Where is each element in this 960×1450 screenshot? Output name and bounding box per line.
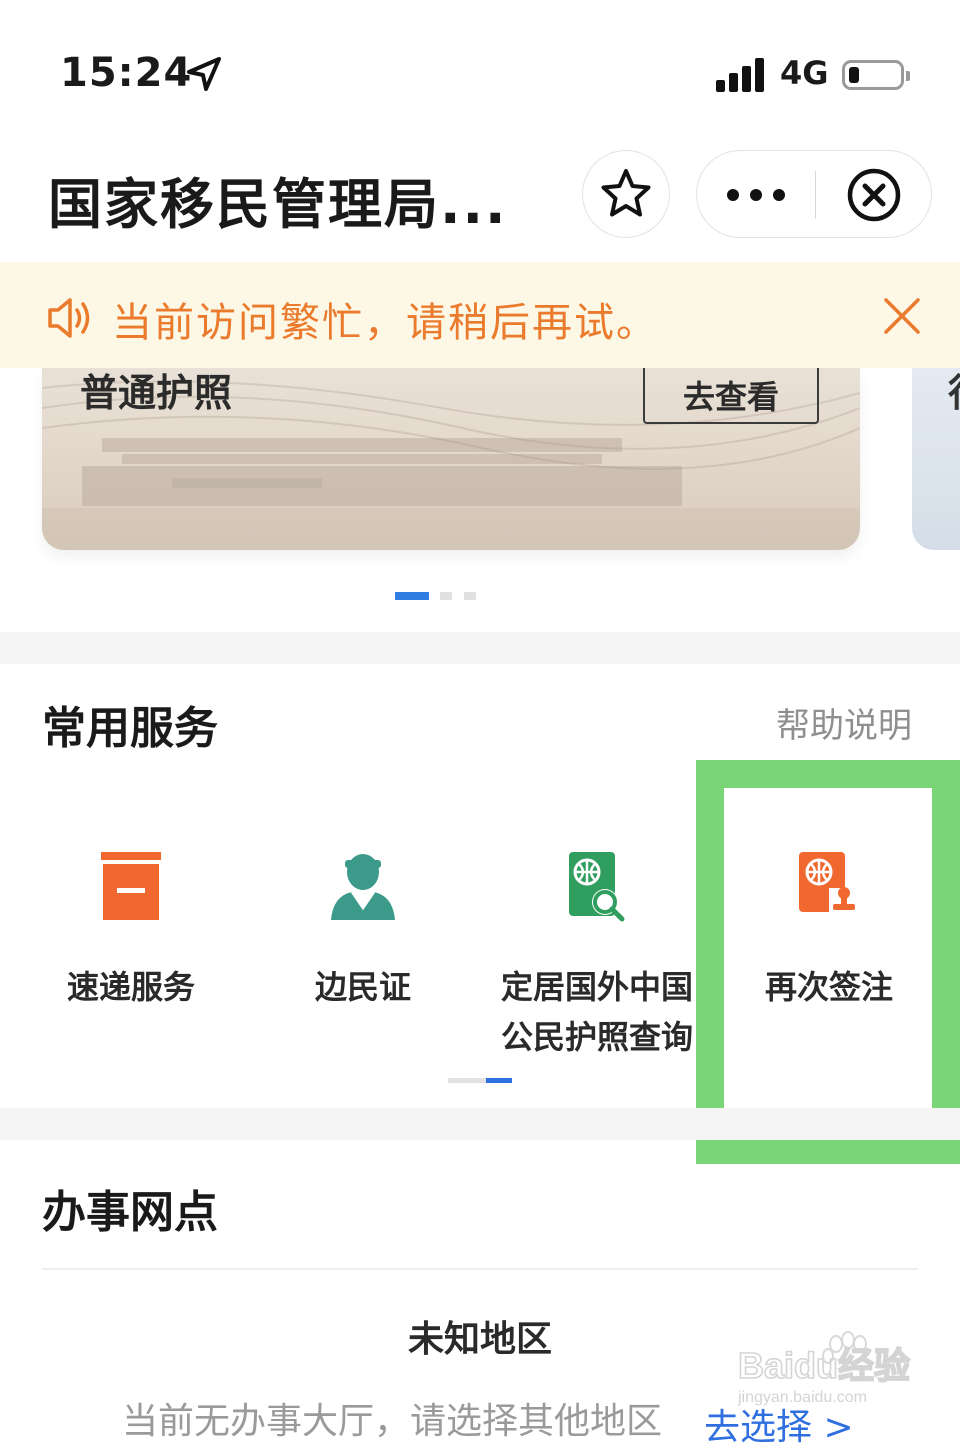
watermark-url: jingyan.baidu.com: [737, 1389, 867, 1406]
more-button[interactable]: [697, 151, 815, 239]
help-link[interactable]: 帮助说明: [776, 698, 912, 747]
service-label-line2: 公民护照查询: [500, 1018, 693, 1056]
carousel-dot-active[interactable]: [395, 592, 429, 600]
favorite-button[interactable]: [582, 150, 670, 238]
services-title: 常用服务: [42, 703, 218, 754]
speaker-icon: [48, 298, 90, 338]
battery-icon: [842, 60, 910, 90]
mini-program-capsule: [696, 150, 932, 238]
service-border-pass[interactable]: 边民证: [248, 850, 478, 1012]
star-icon: [601, 169, 651, 217]
highlight-box: [696, 760, 960, 1164]
section-divider: [0, 632, 960, 664]
carousel-dot[interactable]: [440, 592, 452, 600]
next-card-title: 行: [948, 362, 960, 417]
service-passport-query[interactable]: 定居国外中国 公民护照查询: [482, 850, 712, 1062]
page-title: 国家移民管理局...: [48, 173, 508, 236]
status-time: 15:24: [60, 50, 193, 96]
empty-message: 当前无办事大厅，请选择其他地区: [122, 1401, 663, 1442]
close-circle-icon: [847, 168, 901, 222]
section-divider: [0, 1108, 960, 1140]
service-label: 边民证: [314, 968, 411, 1006]
carousel-dot[interactable]: [464, 592, 476, 600]
person-icon: [331, 854, 395, 920]
network-type: 4G: [780, 54, 829, 92]
offices-title: 办事网点: [42, 1187, 218, 1238]
close-button[interactable]: [815, 151, 933, 239]
offices-divider: [42, 1268, 918, 1270]
baidu-watermark: Baidu经验 jingyan.baidu.com: [736, 1330, 916, 1414]
passport-search-icon: [569, 852, 625, 922]
notice-close-icon[interactable]: [880, 294, 924, 338]
more-dots-icon: [727, 189, 785, 201]
watermark-brand: Baidu经验: [738, 1345, 910, 1386]
location-arrow-icon: [187, 57, 221, 91]
signal-icon: [716, 58, 764, 92]
card-title: 普通护照: [80, 371, 233, 415]
service-express[interactable]: 速递服务: [16, 850, 246, 1012]
view-button[interactable]: 去查看: [643, 368, 819, 424]
services-scroll-thumb: [486, 1078, 512, 1083]
box-icon: [101, 852, 161, 920]
service-label-line1: 定居国外中国: [500, 968, 693, 1006]
notice-text: 当前访问繁忙，请稍后再试。: [112, 300, 658, 346]
service-label: 速递服务: [66, 968, 195, 1006]
